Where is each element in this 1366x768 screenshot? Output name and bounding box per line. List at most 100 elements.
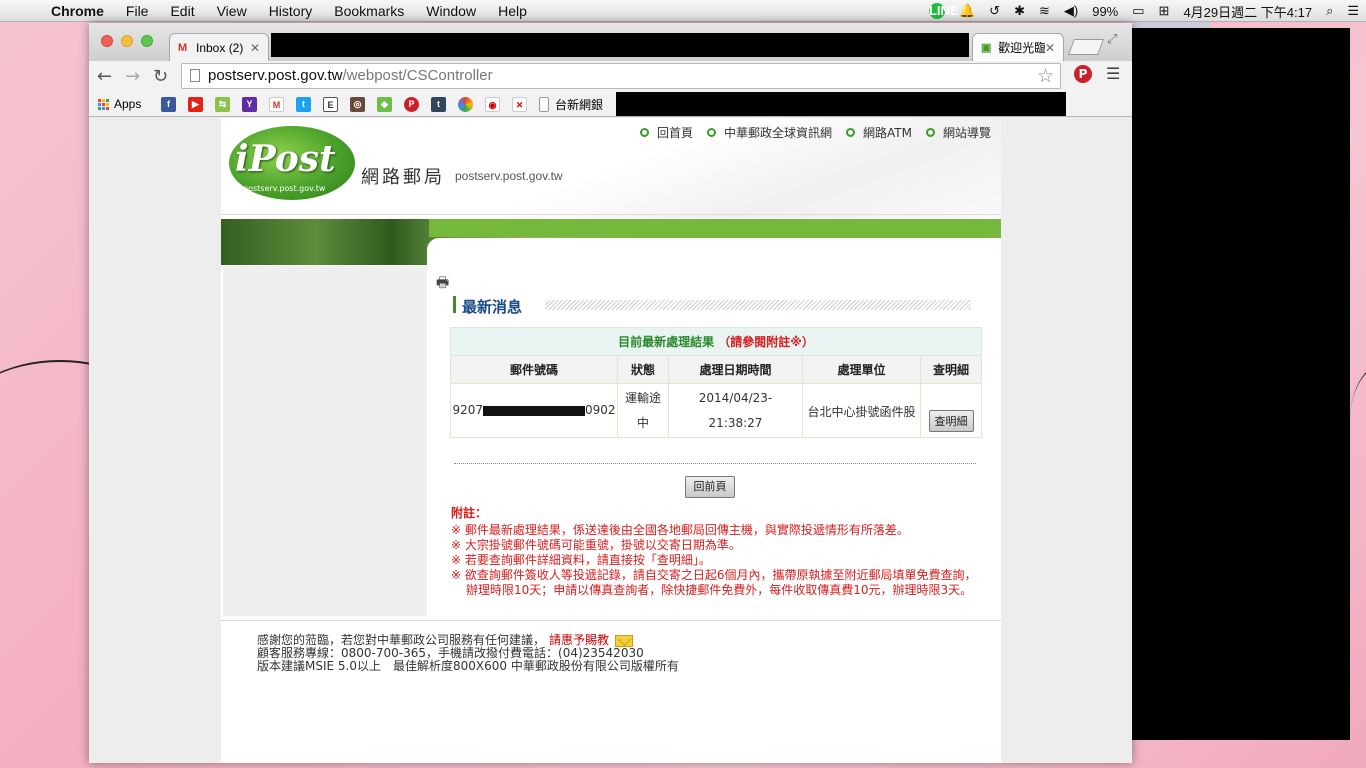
cell-unit: 台北中心掛號函件股: [802, 383, 921, 438]
print-icon[interactable]: 🖶: [436, 272, 449, 296]
menu-view[interactable]: View: [206, 3, 258, 19]
bluetooth-icon[interactable]: ✱: [1014, 3, 1025, 19]
header-status: 狀態: [617, 355, 669, 384]
number-suffix: 0902: [585, 403, 616, 417]
bookmark-picasa[interactable]: [458, 96, 473, 112]
title-hatch: [545, 300, 971, 310]
wifi-icon[interactable]: ≋: [1039, 3, 1050, 19]
picasa-icon: [458, 96, 473, 112]
reload-icon[interactable]: ↻: [153, 66, 168, 87]
link-icon: ⇆: [215, 96, 230, 112]
minimize-window-button[interactable]: [121, 35, 133, 47]
battery-icon[interactable]: ▭: [1132, 3, 1144, 19]
status-line: 中: [636, 415, 649, 430]
volume-icon[interactable]: ◀): [1064, 3, 1078, 19]
header-unit: 處理單位: [802, 355, 921, 384]
bookmark-link[interactable]: ⇆: [215, 96, 230, 112]
time-machine-icon[interactable]: ↺: [989, 3, 1000, 19]
back-icon[interactable]: ←: [97, 66, 112, 87]
site-domain: postserv.post.gov.tw: [455, 169, 563, 183]
fullscreen-icon[interactable]: ⤢: [1107, 32, 1117, 47]
mail-icon[interactable]: [615, 634, 634, 647]
input-method-icon[interactable]: ⊞: [1159, 3, 1170, 19]
top-nav: 回首頁 中華郵政全球資訊網 網路ATM 網站導覽: [626, 124, 991, 141]
chrome-menu-icon[interactable]: ☰: [1106, 64, 1120, 83]
bookmark-star-icon[interactable]: ☆: [1037, 65, 1054, 88]
bookmark-yahoo[interactable]: Y: [242, 96, 257, 112]
redacted-number: [483, 405, 585, 416]
yahoo-icon: Y: [242, 96, 257, 112]
back-button[interactable]: 回前頁: [685, 476, 735, 498]
nav-atm[interactable]: 網路ATM: [846, 124, 912, 141]
e-icon: E: [323, 96, 338, 112]
site-footer: 感謝您的蒞臨，若您對中華郵政公司服務有任何建議， 請惠予賜教 顧客服務專線：080…: [257, 634, 679, 673]
zoom-window-button[interactable]: [141, 35, 153, 47]
bookmark-facebook[interactable]: f: [161, 96, 176, 112]
hsbc-icon: ✕: [512, 96, 527, 112]
view-detail-button[interactable]: 查明細: [928, 410, 974, 432]
bookmark-pinterest[interactable]: P: [404, 96, 419, 112]
header-datetime: 處理日期時間: [668, 355, 803, 384]
bookmark-youtube[interactable]: ▶: [188, 96, 203, 112]
mac-menubar: Chrome File Edit View History Bookmarks …: [0, 0, 1366, 22]
notification-icon[interactable]: 🔔: [959, 3, 975, 19]
menu-app-name[interactable]: Chrome: [40, 3, 115, 19]
tab-inbox[interactable]: M Inbox (2) ✕: [169, 33, 269, 61]
bookmark-tumblr[interactable]: t: [431, 96, 446, 112]
bookmark-twitter[interactable]: t: [296, 96, 311, 112]
bookmark-hsbc[interactable]: ✕: [512, 96, 527, 112]
caption-note: （請參閱附註※）: [718, 335, 814, 349]
bookmark-apps[interactable]: Apps: [98, 96, 141, 112]
notes-heading: 附註：: [451, 506, 488, 520]
note-item: ※ 大宗掛號郵件號碼可能重號，掛號以交寄日期為準。: [451, 538, 741, 552]
new-tab-button[interactable]: [1068, 39, 1104, 55]
bookmarks-bar: Apps f ▶ ⇆ Y M t E ◎ ◆ P t ◉ ✕ 台新網銀: [89, 91, 1132, 117]
footer-divider: [221, 620, 1001, 621]
nav-home[interactable]: 回首頁: [639, 124, 693, 141]
bullet-icon: [846, 128, 856, 137]
menu-window[interactable]: Window: [415, 3, 487, 19]
menu-edit[interactable]: Edit: [159, 3, 205, 19]
bookmark-e[interactable]: E: [323, 96, 338, 112]
bookmark-feedly[interactable]: ◆: [377, 96, 392, 112]
footer-text: 感謝您的蒞臨，若您對中華郵政公司服務有任何建議，: [257, 633, 546, 647]
close-window-button[interactable]: [101, 35, 113, 47]
spotlight-icon[interactable]: ⌕: [1326, 3, 1333, 19]
menu-bookmarks[interactable]: Bookmarks: [323, 3, 415, 19]
menu-file[interactable]: File: [115, 3, 160, 19]
bookmark-gmail[interactable]: M: [269, 96, 284, 112]
header-number: 郵件號碼: [450, 355, 618, 384]
close-icon[interactable]: ✕: [1045, 41, 1055, 55]
bookmark-flickr[interactable]: ◉: [485, 96, 500, 112]
bookmark-instagram[interactable]: ◎: [350, 96, 365, 112]
nav-post-global[interactable]: 中華郵政全球資訊網: [707, 124, 832, 141]
bookmark-taishin[interactable]: 台新網銀: [539, 96, 603, 112]
close-icon[interactable]: ✕: [250, 41, 260, 55]
forward-icon[interactable]: →: [125, 66, 140, 87]
time-line: 21:38:27: [708, 415, 763, 430]
green-band: [429, 219, 1001, 237]
redacted-window: [1132, 28, 1350, 740]
notification-center-icon[interactable]: ☰: [1347, 3, 1359, 19]
eye-icon: ◉: [485, 96, 500, 112]
feedback-link[interactable]: 請惠予賜教: [549, 633, 609, 647]
twitter-icon: t: [296, 96, 311, 112]
facebook-icon: f: [161, 96, 176, 112]
table-row: 9207 0902 運輸途 中 2014/04/23- 21:38:27 台北中心…: [450, 383, 982, 438]
address-bar[interactable]: postserv.post.gov.tw/webpost/CSControlle…: [181, 63, 1061, 89]
nav-sitemap[interactable]: 網站導覽: [925, 124, 991, 141]
tab-active[interactable]: ▣ 歡迎光臨 ✕: [972, 33, 1064, 61]
pinterest-extension-icon[interactable]: P: [1074, 65, 1092, 83]
footer-line-3: 版本建議MSIE 5.0以上 最佳解析度800X600 中華郵政股份有限公司版權…: [257, 659, 679, 673]
line-icon[interactable]: LINE: [928, 3, 959, 19]
site-header: iPost postserv.post.gov.tw 網路郵局 postserv…: [221, 118, 1001, 218]
clock[interactable]: 4月29日週二 下午4:17: [1183, 2, 1312, 21]
cell-detail: 查明細: [920, 383, 982, 438]
menu-history[interactable]: History: [258, 3, 324, 19]
date-line: 2014/04/23-: [698, 390, 773, 405]
ipost-logo[interactable]: iPost postserv.post.gov.tw: [229, 126, 355, 200]
news-title: 最新消息: [462, 298, 523, 316]
menu-help[interactable]: Help: [487, 3, 538, 19]
ipost-page: iPost postserv.post.gov.tw 網路郵局 postserv…: [221, 118, 1001, 763]
tracking-result-table: 目前最新處理結果 （請參閱附註※） 郵件號碼 狀態 處理日期時間 處理單位 查明…: [450, 327, 982, 438]
